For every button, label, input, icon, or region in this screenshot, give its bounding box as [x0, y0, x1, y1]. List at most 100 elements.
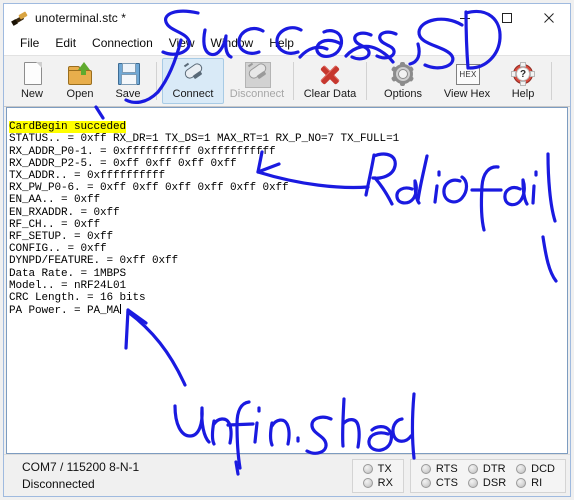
floppy-disk-icon	[115, 61, 141, 87]
open-folder-icon	[67, 61, 93, 87]
terminal-line-11: Data Rate. = 1MBPS	[9, 267, 127, 280]
menu-item-file[interactable]: File	[12, 34, 47, 53]
lifebuoy-help-icon: ?	[510, 61, 536, 87]
hex-icon-text: HEX	[456, 64, 480, 85]
terminal-line-4: RX_PW_P0-6. = 0xff 0xff 0xff 0xff 0xff 0…	[9, 182, 289, 195]
terminal-line-5: EN_AA.. = 0xff	[9, 194, 101, 207]
led-indicator-dcd: DCD	[511, 462, 560, 476]
led-group-data: TX RX	[351, 458, 404, 493]
app-root: unoterminal.stc * File Edit Connection V…	[0, 0, 574, 500]
terminal-last-line: PA Power. = PA_MA	[9, 305, 120, 318]
menu-item-view[interactable]: View	[161, 34, 203, 53]
toolbar-separator-3	[366, 62, 367, 100]
led-column-dcd-ri: DCD RI	[511, 462, 560, 490]
led-lamp-dtr-icon	[467, 463, 478, 474]
toolbar-button-view-hex[interactable]: HEX View Hex	[436, 58, 498, 104]
toolbar-label-new: New	[20, 88, 43, 100]
led-indicator-rx: RX	[358, 476, 398, 490]
terminal-line-13: CRC Length. = 16 bits	[9, 292, 146, 305]
toolbar-label-view-hex: View Hex	[443, 88, 491, 100]
menu-item-connection[interactable]: Connection	[84, 34, 161, 53]
title-bar: unoterminal.stc *	[4, 4, 570, 32]
led-group-modem: RTS CTS DTR DSR DCD RI	[409, 458, 566, 493]
toolbar-button-connect[interactable]: Connect	[162, 58, 224, 104]
led-label-dcd: DCD	[531, 462, 555, 475]
toolbar-button-clear-data[interactable]: Clear Data	[299, 58, 361, 104]
red-x-icon	[317, 61, 343, 87]
help-icon-glyph: ?	[516, 67, 530, 81]
toolbar-button-options[interactable]: Options	[372, 58, 434, 104]
led-label-tx: TX	[377, 462, 392, 475]
led-lamp-cts-icon	[420, 477, 431, 488]
toolbar-label-save: Save	[115, 88, 141, 100]
toolbar-label-help: Help	[511, 88, 535, 100]
close-button[interactable]	[528, 4, 570, 31]
menu-bar: File Edit Connection View Window Help	[4, 32, 570, 55]
new-document-icon	[19, 61, 45, 87]
led-column-txrx: TX RX	[358, 462, 398, 490]
terminal-line-9: CONFIG.. = 0xff	[9, 243, 107, 256]
toolbar-button-save[interactable]: Save	[105, 58, 151, 104]
terminal-line-2: RX_ADDR_P2-5. = 0xff 0xff 0xff 0xff	[9, 157, 237, 170]
toolbar-label-open: Open	[66, 88, 94, 100]
led-indicator-dtr: DTR	[463, 462, 511, 476]
gear-icon	[390, 61, 416, 87]
toolbar-label-disconnect: Disconnect	[229, 88, 285, 100]
toolbar-button-disconnect: Disconnect	[226, 58, 288, 104]
brush-icon	[11, 9, 29, 27]
led-label-rx: RX	[377, 476, 393, 489]
led-label-cts: CTS	[435, 476, 458, 489]
led-lamp-dsr-icon	[467, 477, 478, 488]
terminal-line-12: Model.. = nRF24L01	[9, 279, 127, 292]
led-lamp-rx-icon	[362, 477, 373, 488]
hex-icon: HEX	[454, 61, 480, 87]
toolbar-separator-2	[293, 62, 294, 100]
led-column-dtr-dsr: DTR DSR	[463, 462, 511, 490]
status-bar-info: COM7 / 115200 8-N-1 Disconnected	[8, 458, 346, 494]
toolbar-label-connect: Connect	[172, 88, 214, 100]
menu-item-edit[interactable]: Edit	[47, 34, 84, 53]
led-column-rts-cts: RTS CTS	[416, 462, 463, 490]
toolbar-label-clear-data: Clear Data	[303, 88, 357, 100]
led-label-ri: RI	[531, 476, 543, 489]
window-controls	[444, 4, 570, 32]
led-indicator-dsr: DSR	[463, 476, 511, 490]
terminal-highlighted-line: CardBegin succeded	[9, 121, 127, 134]
application-window: unoterminal.stc * File Edit Connection V…	[3, 3, 571, 497]
terminal-line-3: TX_ADDR.. = 0xffffffffff	[9, 170, 166, 183]
text-caret	[119, 304, 121, 315]
terminal-line-7: RF_CH.. = 0xff	[9, 218, 101, 231]
window-title: unoterminal.stc *	[35, 11, 127, 25]
plug-connect-icon	[180, 61, 206, 87]
toolbar-separator-4	[551, 62, 552, 100]
menu-item-window[interactable]: Window	[203, 34, 262, 53]
terminal-output-pane[interactable]: CardBegin succeded STATUS.. = 0xff RX_DR…	[6, 107, 568, 454]
status-bar: COM7 / 115200 8-N-1 Disconnected TX RX R…	[4, 454, 570, 496]
maximize-button[interactable]	[486, 4, 528, 31]
status-connection-state: Disconnected	[22, 476, 95, 491]
led-lamp-rts-icon	[420, 463, 431, 474]
led-lamp-ri-icon	[516, 477, 527, 488]
led-lamp-tx-icon	[362, 463, 373, 474]
led-label-dtr: DTR	[482, 462, 506, 475]
menu-item-help[interactable]: Help	[261, 34, 302, 53]
toolbar: New Open Save Connect Disconnect Clear D…	[4, 55, 570, 107]
toolbar-button-help[interactable]: ? Help	[500, 58, 546, 104]
toolbar-label-options: Options	[384, 88, 422, 100]
terminal-line-0: STATUS.. = 0xff RX_DR=1 TX_DS=1 MAX_RT=1…	[9, 133, 400, 146]
terminal-line-1: RX_ADDR_P0-1. = 0xffffffffff 0xfffffffff…	[9, 145, 276, 158]
led-indicator-tx: TX	[358, 462, 398, 476]
terminal-line-10: DYNPD/FEATURE. = 0xff 0xff	[9, 255, 179, 268]
terminal-text[interactable]: CardBegin succeded STATUS.. = 0xff RX_DR…	[7, 108, 567, 317]
led-indicator-ri: RI	[511, 476, 560, 490]
toolbar-button-new[interactable]: New	[9, 58, 55, 104]
led-label-dsr: DSR	[482, 476, 507, 489]
led-lamp-dcd-icon	[516, 463, 527, 474]
toolbar-button-open[interactable]: Open	[57, 58, 103, 104]
terminal-line-8: RF_SETUP. = 0xff	[9, 231, 114, 244]
led-label-rts: RTS	[435, 462, 458, 475]
minimize-button[interactable]	[444, 4, 486, 31]
toolbar-separator-1	[156, 62, 157, 100]
terminal-line-6: EN_RXADDR. = 0xff	[9, 206, 120, 219]
plug-disconnect-icon	[244, 61, 271, 88]
